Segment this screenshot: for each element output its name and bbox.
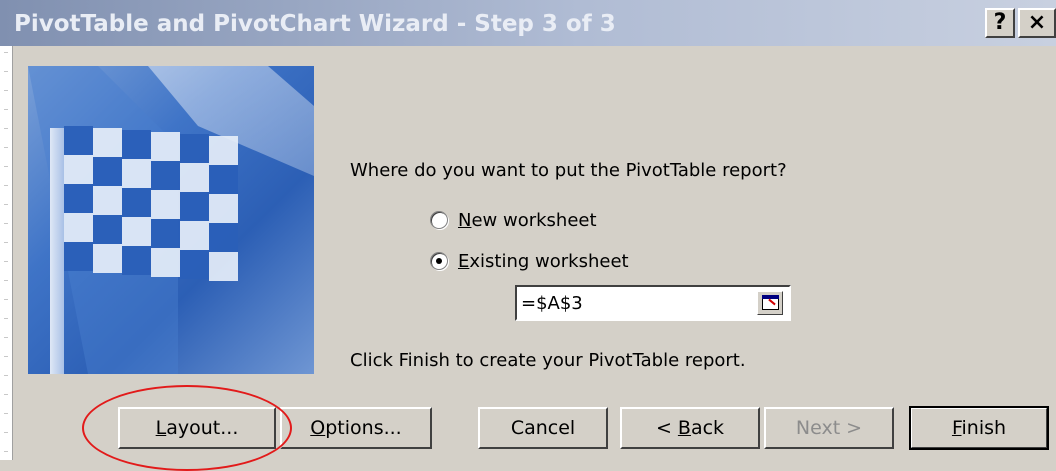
flag-square	[122, 217, 151, 246]
ruler-tick	[4, 337, 8, 338]
new-worksheet-radio[interactable]	[430, 211, 448, 229]
close-button[interactable]: ×	[1018, 8, 1056, 38]
flag-square	[180, 163, 209, 192]
back-button[interactable]: < Back	[620, 407, 760, 449]
window-title: PivotTable and PivotChart Wizard - Step …	[14, 11, 616, 37]
flag-square	[180, 134, 209, 163]
sheet-left-margin	[0, 0, 13, 460]
flag-square	[209, 136, 238, 165]
location-reference-field[interactable]	[515, 285, 791, 321]
title-bar[interactable]: PivotTable and PivotChart Wizard - Step …	[0, 0, 1056, 46]
flag-square	[209, 165, 238, 194]
ruler-tick	[4, 413, 8, 414]
flag-square	[64, 126, 93, 155]
existing-worksheet-option[interactable]: Existing worksheet	[430, 249, 629, 273]
layout-button[interactable]: Layout...	[118, 407, 276, 449]
new-worksheet-option[interactable]: New worksheet	[430, 208, 597, 232]
flag-square	[64, 242, 93, 271]
flag-square	[180, 221, 209, 250]
new-worksheet-label: New worksheet	[458, 209, 597, 231]
ruler-tick	[4, 261, 8, 262]
flag-square	[64, 184, 93, 213]
flag-square	[209, 252, 238, 281]
ruler-tick	[4, 242, 8, 243]
flag-square	[180, 192, 209, 221]
ruler-tick	[4, 394, 8, 395]
flag-square	[151, 132, 180, 161]
ruler-tick	[4, 204, 8, 205]
flag-square	[122, 188, 151, 217]
flag-square	[64, 213, 93, 242]
close-icon: ×	[1027, 10, 1047, 35]
finish-instruction: Click Finish to create your PivotTable r…	[350, 350, 746, 371]
ruler-tick	[4, 185, 8, 186]
ruler-tick	[4, 451, 8, 452]
flag-square	[93, 128, 122, 157]
next-button[interactable]: Next >	[764, 407, 894, 449]
ruler-tick	[4, 280, 8, 281]
location-reference-input[interactable]	[521, 291, 751, 315]
ruler-tick	[4, 166, 8, 167]
collapse-dialog-button[interactable]	[757, 291, 783, 315]
flag-square	[93, 157, 122, 186]
ruler-tick	[4, 52, 8, 53]
ruler-tick	[4, 299, 8, 300]
flag-square	[209, 194, 238, 223]
ruler-tick	[4, 147, 8, 148]
destination-prompt: Where do you want to put the PivotTable …	[350, 160, 787, 181]
flag-square	[93, 244, 122, 273]
existing-worksheet-label: Existing worksheet	[458, 250, 629, 272]
flag-square	[180, 250, 209, 279]
flag-square	[122, 246, 151, 275]
ruler-tick	[4, 223, 8, 224]
ruler-tick	[4, 432, 8, 433]
ruler-tick	[4, 128, 8, 129]
finish-button[interactable]: Finish	[909, 406, 1049, 450]
flag-square	[151, 190, 180, 219]
ruler-tick	[4, 318, 8, 319]
existing-worksheet-radio[interactable]	[430, 252, 448, 270]
collapse-icon-titlebar	[762, 295, 779, 299]
flag-square	[151, 161, 180, 190]
cancel-button[interactable]: Cancel	[478, 407, 608, 449]
flag-square	[209, 223, 238, 252]
ruler-tick	[4, 356, 8, 357]
flag-square	[122, 159, 151, 188]
options-button[interactable]: Options...	[280, 407, 432, 449]
help-button[interactable]: ?	[985, 8, 1015, 38]
flag-square	[93, 186, 122, 215]
ruler-tick	[4, 109, 8, 110]
flag-square	[151, 219, 180, 248]
flag-square	[122, 130, 151, 159]
ruler-tick	[4, 375, 8, 376]
ruler-tick	[4, 90, 8, 91]
help-icon: ?	[993, 10, 1007, 35]
flag-square	[93, 215, 122, 244]
ruler-tick	[4, 71, 8, 72]
flag-square	[64, 155, 93, 184]
flag-square	[151, 248, 180, 277]
checkered-flag-illustration	[28, 66, 314, 374]
